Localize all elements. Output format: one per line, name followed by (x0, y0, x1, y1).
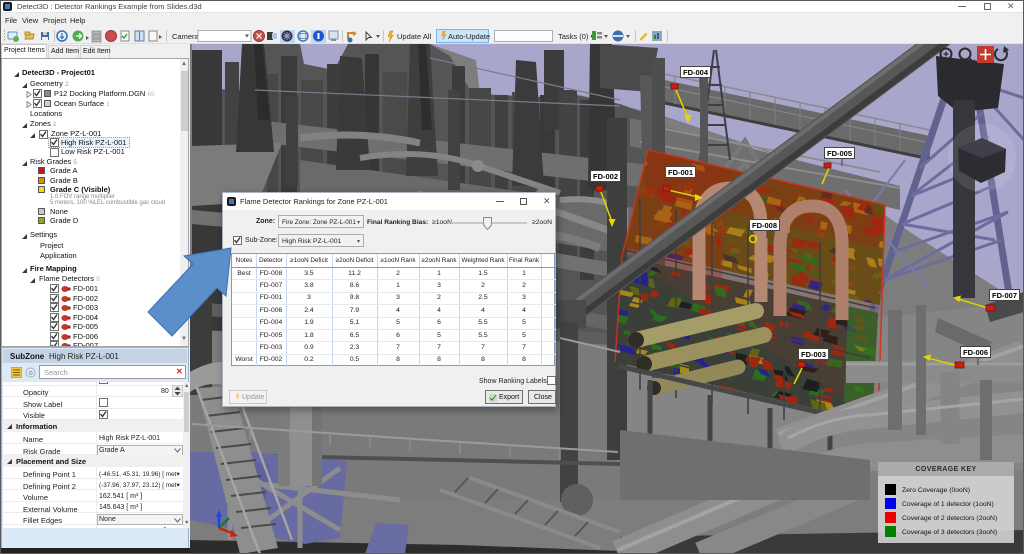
svg-text:⚙: ⚙ (28, 370, 33, 377)
svg-text:Camera:: Camera: (172, 32, 201, 41)
